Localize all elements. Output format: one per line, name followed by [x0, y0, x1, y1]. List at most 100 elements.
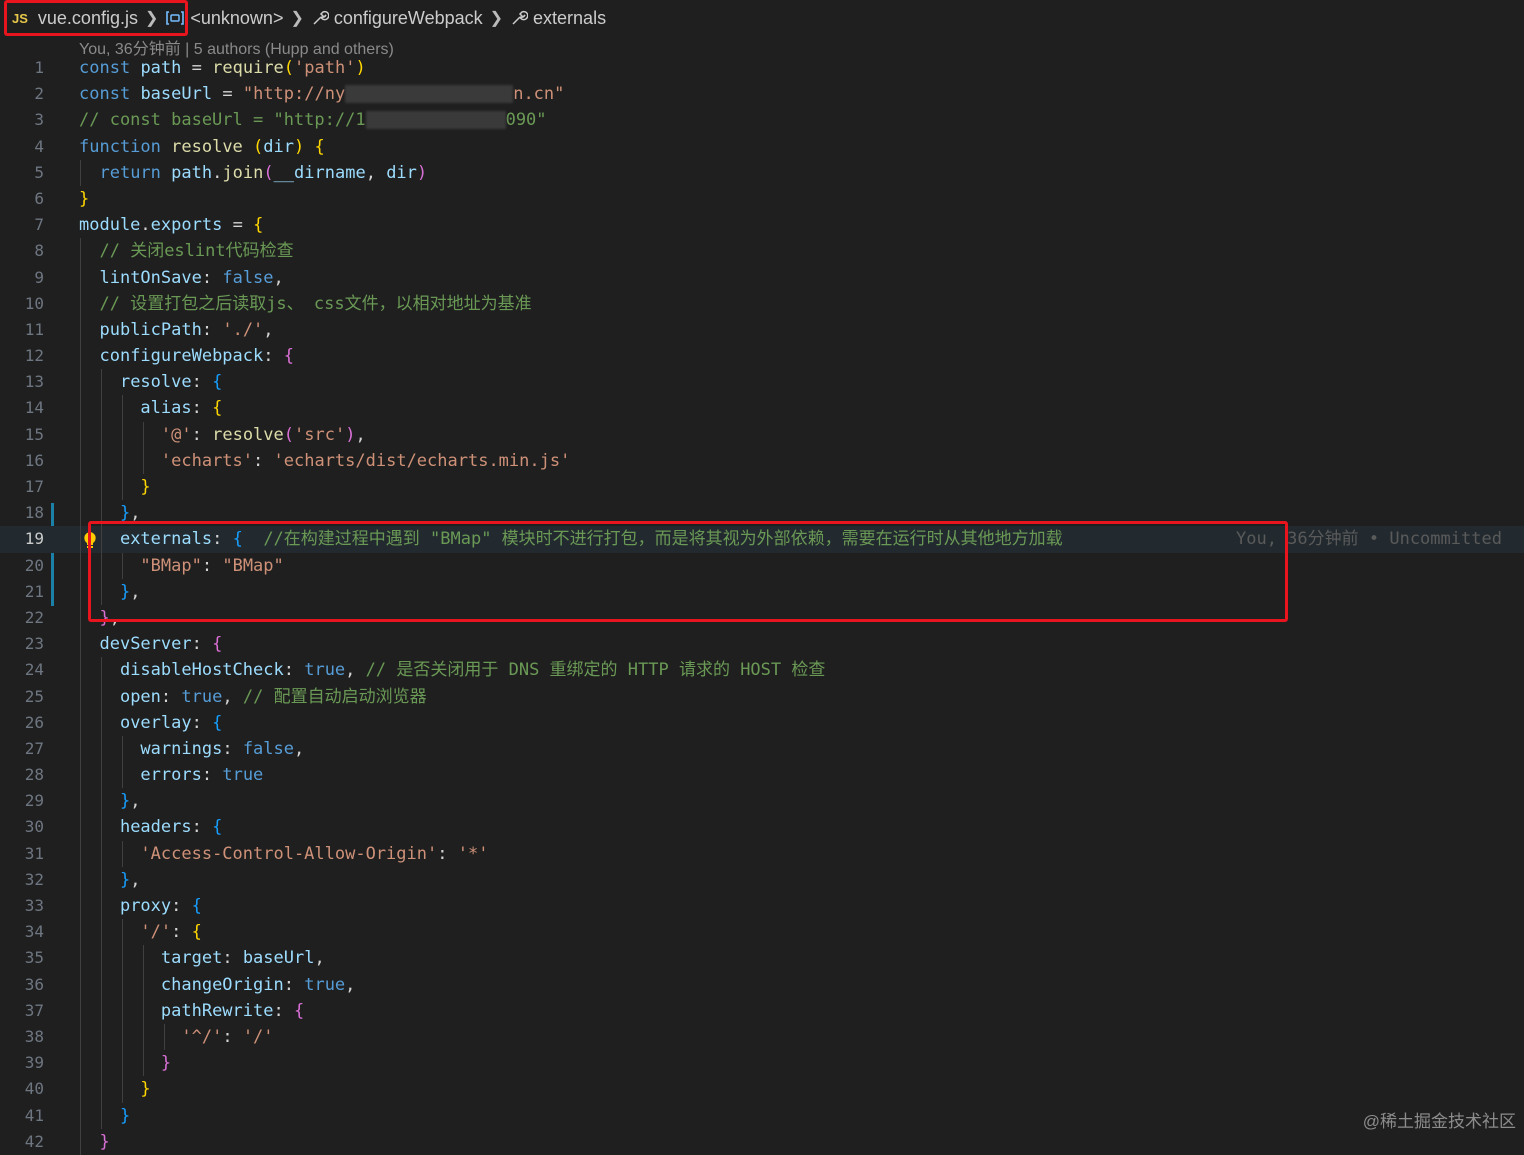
code-line[interactable]: 40 } [0, 1076, 1524, 1103]
code-token: resolve [212, 424, 284, 445]
line-number: 32 [24, 869, 44, 889]
code-line[interactable]: 37 pathRewrite: { [0, 997, 1524, 1024]
line-number: 5 [34, 162, 44, 182]
code-line[interactable]: 8 // 关闭eslint代码检查 [0, 238, 1524, 265]
code-line[interactable]: 26 overlay: { [0, 709, 1524, 736]
code-line[interactable]: 1 const path = require('path') [0, 55, 1524, 81]
code-text: pathRewrite: { [79, 998, 304, 1024]
code-token: , [314, 948, 325, 969]
code-token: { [283, 346, 294, 367]
line-number: 27 [24, 738, 44, 758]
externals-highlight-box [88, 521, 1288, 622]
line-number: 28 [24, 765, 44, 785]
line-number: 29 [24, 791, 44, 811]
code-token: } [79, 188, 90, 209]
code-token: false [222, 267, 274, 288]
code-token: ) [355, 58, 366, 78]
code-line[interactable]: 25 open: true, // 配置自动启动浏览器 [0, 683, 1524, 710]
code-token: { [212, 634, 223, 655]
line-number: 7 [34, 215, 44, 235]
breadcrumb-symbol-externals[interactable]: externals [510, 8, 606, 29]
code-line[interactable]: 33 proxy: { [0, 893, 1524, 920]
code-token: devServer [99, 634, 192, 655]
code-text: overlay: { [79, 710, 222, 736]
code-line[interactable]: 2 const baseUrl = "http://ny n.cn" [0, 81, 1524, 107]
code-line[interactable]: 31 'Access-Control-Allow-Origin': '*' [0, 840, 1524, 867]
code-line[interactable]: 35 target: baseUrl, [0, 945, 1524, 972]
code-token: return [99, 162, 161, 183]
code-token: : [171, 922, 182, 943]
code-token: : [191, 424, 202, 445]
line-number: 1 [34, 58, 44, 77]
code-token: '*' [457, 843, 489, 864]
code-line[interactable]: 38 '^/': '/' [0, 1023, 1524, 1051]
code-line[interactable]: 27 warnings: false, [0, 735, 1524, 763]
code-token: 090" [505, 110, 547, 131]
line-number: 42 [24, 1131, 44, 1151]
code-text: // 关闭eslint代码检查 [79, 238, 293, 264]
code-line[interactable]: 29 }, [0, 788, 1524, 815]
code-token: exports [150, 215, 223, 236]
line-number: 33 [24, 896, 44, 915]
code-token: : [222, 948, 233, 969]
code-token: { [212, 712, 223, 733]
code-line[interactable]: 4 function resolve (dir) { [0, 134, 1524, 160]
code-token: function [79, 136, 161, 157]
line-number: 22 [24, 607, 44, 627]
code-line[interactable]: 14 alias: { [0, 395, 1524, 422]
code-token: true [222, 765, 264, 786]
code-text: configureWebpack: { [79, 343, 294, 369]
code-token: publicPath [99, 319, 202, 340]
code-token: changeOrigin [160, 974, 284, 995]
code-line[interactable]: 34 '/': { [0, 919, 1524, 946]
breadcrumb-symbol-label: externals [533, 7, 607, 28]
code-token: : [253, 450, 264, 471]
code-token: : [222, 1026, 233, 1047]
line-number: 30 [24, 817, 44, 837]
code-line[interactable]: 16 'echarts': 'echarts/dist/echarts.min.… [0, 447, 1524, 474]
code-line[interactable]: 28 errors: true [0, 762, 1524, 789]
code-line[interactable]: 13 resolve: { [0, 369, 1524, 396]
code-token: : [191, 817, 202, 838]
code-line[interactable]: 32 }, [0, 866, 1524, 893]
code-text: resolve: { [79, 369, 222, 395]
code-token: : [201, 765, 213, 786]
git-blame-codelens[interactable]: You, 36分钟前 | 5 authors (Hupp and others) [79, 35, 394, 58]
code-line[interactable]: 30 headers: { [0, 814, 1524, 841]
code-token: . [140, 215, 151, 236]
code-line[interactable]: 17 } [0, 474, 1524, 501]
code-text: const baseUrl = "http://ny n.cn" [79, 81, 564, 107]
code-line[interactable]: 15 '@': resolve('src'), [0, 421, 1524, 448]
code-token: , [130, 869, 141, 890]
code-line[interactable]: 42 } [0, 1128, 1524, 1155]
code-line[interactable]: 3 // const baseUrl = "http://1 090" [0, 107, 1524, 133]
file-highlight-box [4, 0, 188, 36]
code-line[interactable]: 7 module.exports = { [0, 212, 1524, 238]
code-line[interactable]: 10 // 设置打包之后读取js、 css文件，以相对地址为基准 [0, 290, 1524, 317]
breadcrumb-symbol-configurewebpack[interactable]: configureWebpack [311, 8, 483, 29]
chevron-right-icon: ❯ [489, 10, 504, 27]
code-line[interactable]: 36 changeOrigin: true, [0, 971, 1524, 998]
code-line[interactable]: 9 lintOnSave: false, [0, 264, 1524, 291]
code-token: ( [283, 424, 295, 445]
code-token: baseUrl [242, 948, 315, 969]
code-token: { [293, 1000, 305, 1021]
code-text: alias: { [79, 395, 222, 421]
code-line[interactable]: 39 } [0, 1050, 1524, 1077]
code-line[interactable]: 12 configureWebpack: { [0, 343, 1524, 370]
code-line[interactable]: 5 return path.join(__dirname, dir) [0, 159, 1524, 186]
code-line[interactable]: 41 } [0, 1102, 1524, 1129]
code-token: , [365, 162, 376, 183]
code-token: : [283, 660, 294, 681]
line-number: 16 [24, 450, 44, 470]
code-text: target: baseUrl, [79, 945, 325, 971]
code-line[interactable]: 23 devServer: { [0, 631, 1524, 658]
code-line[interactable]: 6} [0, 186, 1524, 212]
code-line[interactable]: 24 disableHostCheck: true, // 是否关闭用于 DNS… [0, 657, 1524, 684]
code-token: target [160, 948, 223, 969]
code-text: disableHostCheck: true, // 是否关闭用于 DNS 重绑… [79, 657, 825, 683]
code-line[interactable]: 11 publicPath: './', [0, 316, 1524, 344]
code-token: overlay [119, 712, 192, 733]
line-number: 10 [24, 293, 44, 313]
code-token: , [294, 738, 305, 759]
